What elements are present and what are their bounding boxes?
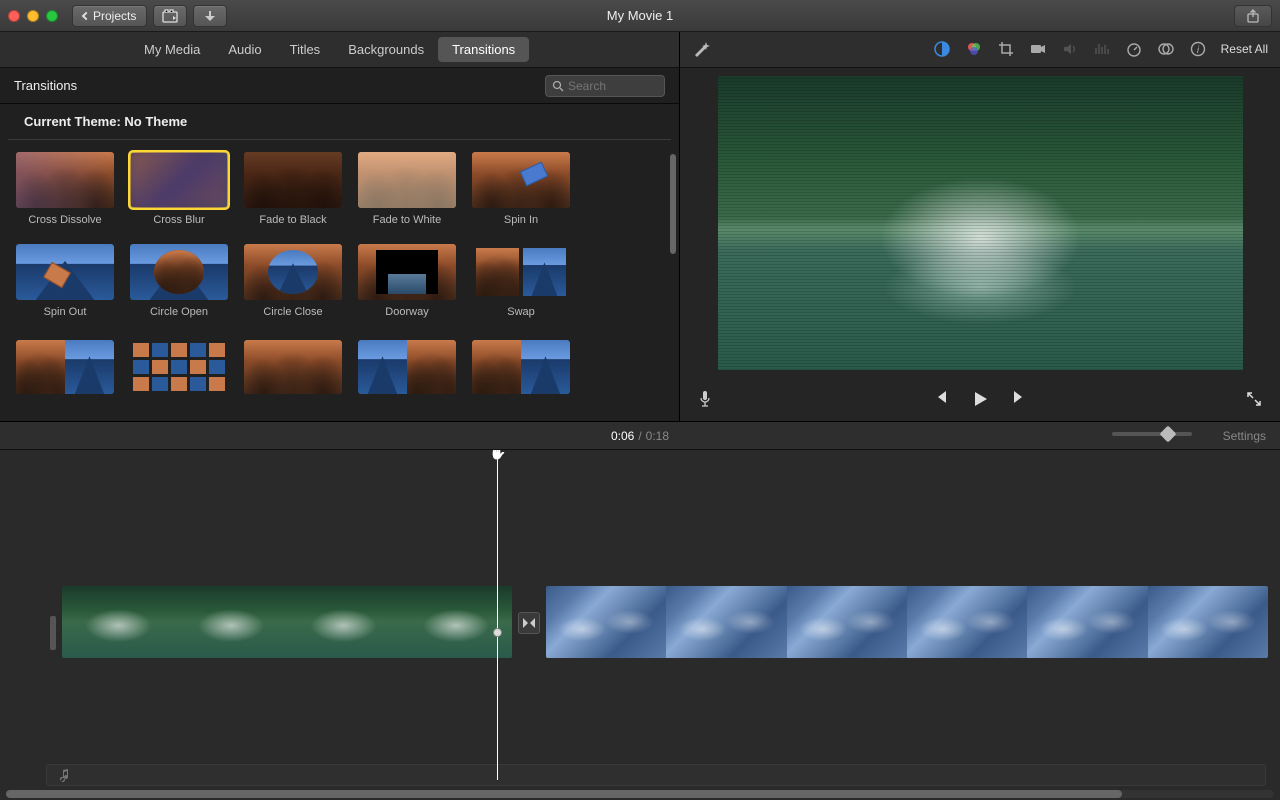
transition-fade-to-white[interactable]: Fade to White — [358, 152, 456, 226]
reset-all-button[interactable]: Reset All — [1221, 42, 1268, 56]
speed-icon[interactable] — [1125, 40, 1143, 58]
playhead[interactable] — [497, 450, 498, 780]
transition-partial-2[interactable] — [130, 340, 228, 394]
time-total: 0:18 — [646, 429, 669, 443]
timeline-scrollbar[interactable] — [6, 790, 1274, 798]
svg-text:i: i — [1197, 45, 1200, 56]
tab-titles[interactable]: Titles — [276, 37, 335, 62]
color-balance-icon[interactable] — [933, 40, 951, 58]
search-input[interactable] — [568, 79, 648, 93]
transition-partial-3[interactable] — [244, 340, 342, 394]
prev-button[interactable] — [932, 389, 948, 409]
clip-2[interactable] — [546, 586, 1268, 658]
transition-fade-to-black[interactable]: Fade to Black — [244, 152, 342, 226]
transition-circle-open[interactable]: Circle Open — [130, 244, 228, 318]
play-button[interactable] — [970, 389, 990, 409]
fullscreen-icon[interactable] — [1246, 391, 1262, 407]
transition-spin-out[interactable]: Spin Out — [16, 244, 114, 318]
stabilization-icon[interactable] — [1029, 40, 1047, 58]
color-correction-icon[interactable] — [965, 40, 983, 58]
projects-back-button[interactable]: Projects — [72, 5, 147, 27]
transition-doorway[interactable]: Doorway — [358, 244, 456, 318]
share-button[interactable] — [1234, 5, 1272, 27]
track-handle[interactable] — [50, 616, 56, 650]
transition-cross-blur[interactable]: Cross Blur — [130, 152, 228, 226]
enhance-icon[interactable] — [692, 40, 710, 58]
chevron-left-icon — [82, 11, 90, 19]
clip-filter-icon[interactable] — [1157, 40, 1175, 58]
transition-spin-in[interactable]: Spin In — [472, 152, 570, 226]
viewer-toolbar: i Reset All — [680, 32, 1280, 68]
clip-1[interactable] — [62, 586, 512, 658]
crop-icon[interactable] — [997, 40, 1015, 58]
timeline-settings-button[interactable]: Settings — [1223, 429, 1266, 443]
timeline-header: 0:06/0:18 Settings — [0, 422, 1280, 450]
search-field[interactable] — [545, 75, 665, 97]
tab-transitions[interactable]: Transitions — [438, 37, 529, 62]
info-icon[interactable]: i — [1189, 40, 1207, 58]
transition-partial-5[interactable] — [472, 340, 570, 394]
browser-tabs: My Media Audio Titles Backgrounds Transi… — [0, 32, 679, 68]
transition-partial-4[interactable] — [358, 340, 456, 394]
media-import-button[interactable] — [153, 5, 187, 27]
transition-circle-close[interactable]: Circle Close — [244, 244, 342, 318]
projects-label: Projects — [93, 9, 136, 23]
panel-header: Transitions — [0, 68, 679, 104]
timecode: 0:06/0:18 — [611, 429, 669, 443]
tab-audio[interactable]: Audio — [214, 37, 275, 62]
fullscreen-window-button[interactable] — [46, 10, 58, 22]
browser-scrollbar[interactable] — [670, 154, 676, 254]
download-icon — [205, 11, 215, 21]
timeline-body[interactable] — [0, 450, 1280, 800]
time-current: 0:06 — [611, 429, 634, 443]
transition-partial-1[interactable] — [16, 340, 114, 394]
volume-icon[interactable] — [1061, 40, 1079, 58]
transition-cross-dissolve[interactable]: Cross Dissolve — [16, 152, 114, 226]
transition-marker[interactable] — [518, 612, 540, 634]
viewer-canvas — [680, 68, 1280, 378]
tab-backgrounds[interactable]: Backgrounds — [334, 37, 438, 62]
voiceover-icon[interactable] — [698, 390, 712, 408]
window-controls — [8, 10, 58, 22]
minimize-window-button[interactable] — [27, 10, 39, 22]
zoom-slider[interactable] — [1112, 432, 1192, 436]
timeline-panel: 0:06/0:18 Settings — [0, 422, 1280, 800]
panel-title: Transitions — [14, 78, 77, 93]
tab-my-media[interactable]: My Media — [130, 37, 214, 62]
viewer-panel: i Reset All — [680, 32, 1280, 421]
audio-track[interactable] — [46, 764, 1266, 786]
playback-controls — [680, 378, 1280, 421]
titlebar: Projects My Movie 1 — [0, 0, 1280, 32]
music-note-icon — [57, 768, 69, 782]
playhead-knob[interactable] — [493, 628, 502, 637]
close-window-button[interactable] — [8, 10, 20, 22]
search-icon — [552, 80, 564, 92]
import-download-button[interactable] — [193, 5, 227, 27]
transition-swap[interactable]: Swap — [472, 244, 570, 318]
media-browser: My Media Audio Titles Backgrounds Transi… — [0, 32, 680, 421]
current-theme-label: Current Theme: No Theme — [8, 104, 671, 140]
next-button[interactable] — [1012, 389, 1028, 409]
preview-frame[interactable] — [718, 76, 1243, 370]
noise-reduction-icon[interactable] — [1093, 40, 1111, 58]
